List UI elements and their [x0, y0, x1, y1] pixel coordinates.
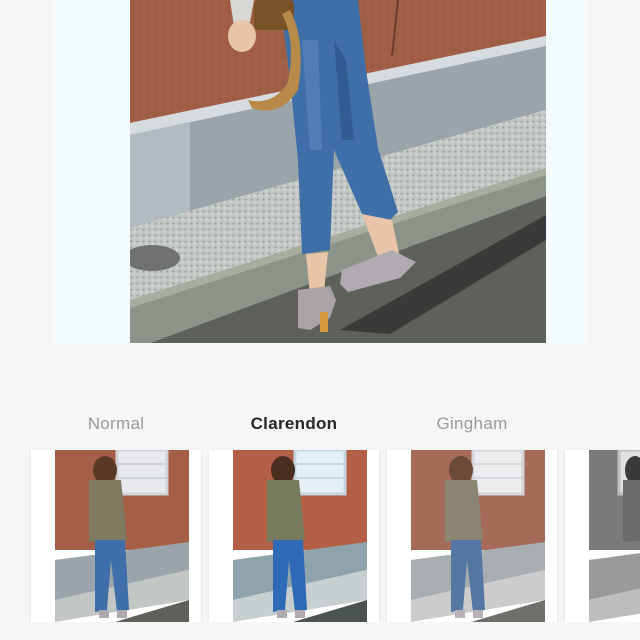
filter-thumb-gingham[interactable] [387, 450, 557, 622]
filter-label-m[interactable]: M [550, 414, 640, 434]
filter-thumb-image [55, 450, 189, 622]
filter-thumb-image [411, 450, 545, 622]
photo-preview[interactable] [130, 0, 546, 343]
filter-label-clarendon[interactable]: Clarendon [194, 414, 394, 434]
photo-preview-image [130, 0, 546, 343]
filter-thumb-clarendon[interactable] [209, 450, 379, 622]
filter-thumb-image [233, 450, 367, 622]
filter-label-normal[interactable]: Normal [16, 414, 216, 434]
filter-thumb-normal[interactable] [31, 450, 201, 622]
filter-thumb-m[interactable] [565, 450, 640, 622]
filter-thumb-image [589, 450, 640, 622]
filter-label-gingham[interactable]: Gingham [372, 414, 572, 434]
bottom-bar-area [0, 622, 640, 640]
